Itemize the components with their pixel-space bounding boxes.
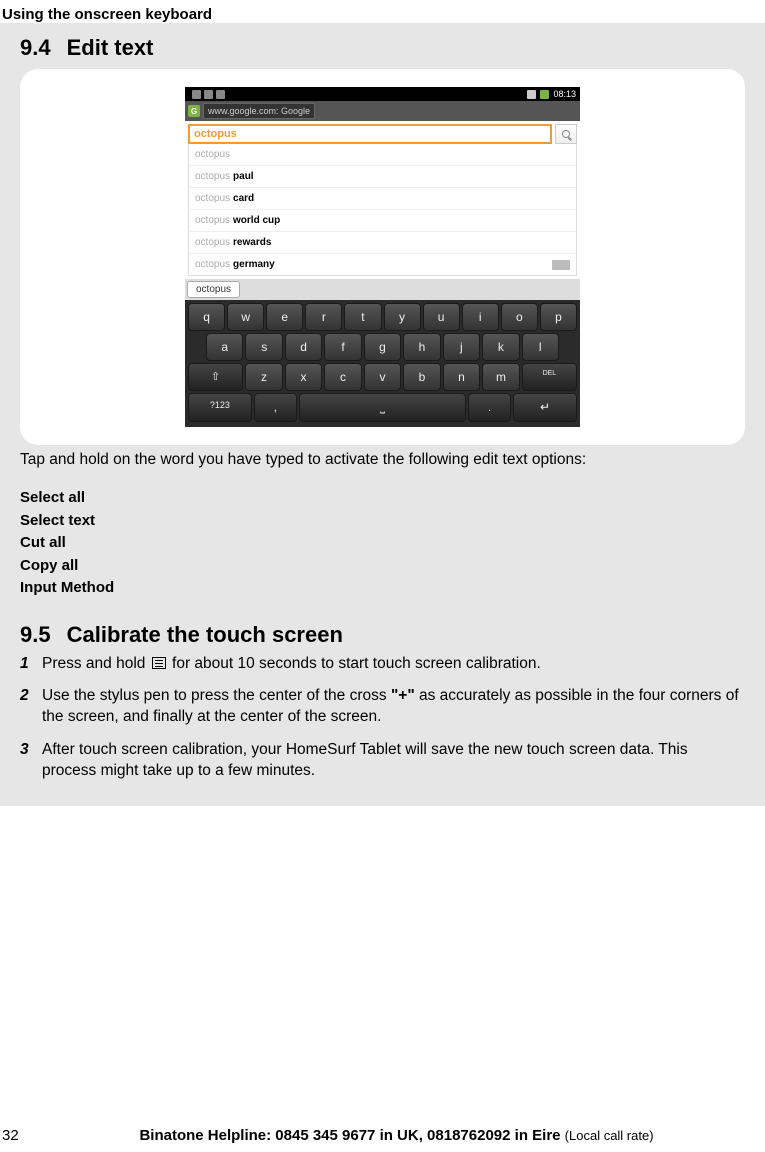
signal-icon: [527, 90, 536, 99]
key-z[interactable]: z: [245, 363, 283, 391]
key-s[interactable]: s: [245, 333, 282, 361]
section-title: Edit text: [67, 35, 154, 60]
key-delete[interactable]: DEL: [522, 363, 577, 391]
footer-text: Binatone Helpline: 0845 345 9677 in UK, …: [30, 1127, 763, 1144]
key-q[interactable]: q: [188, 303, 225, 331]
onscreen-keyboard: q w e r t y u i o p a s d f g h: [185, 300, 580, 427]
key-k[interactable]: k: [482, 333, 519, 361]
calibration-steps: 1 Press and hold for about 10 seconds to…: [0, 648, 765, 807]
url-text: www.google.com: Google: [203, 103, 315, 119]
key-b[interactable]: b: [403, 363, 441, 391]
key-u[interactable]: u: [423, 303, 460, 331]
key-o[interactable]: o: [501, 303, 538, 331]
key-period[interactable]: .: [468, 393, 511, 422]
phone-screenshot: 08:13 G www.google.com: Google octopus o…: [185, 87, 580, 427]
section-9-4-heading: 9.4 Edit text: [0, 23, 765, 69]
status-bar: 08:13: [185, 87, 580, 101]
keyboard-icon: [552, 260, 570, 270]
section-number: 9.4: [20, 35, 51, 60]
key-l[interactable]: l: [522, 333, 559, 361]
suggestion-item[interactable]: octopuspaul: [189, 166, 576, 188]
favicon-icon: G: [188, 105, 200, 117]
step-text: After touch screen calibration, your Hom…: [42, 740, 745, 782]
suggestions-list: octopus octopuspaul octopuscard octopusw…: [188, 144, 577, 276]
search-button[interactable]: [555, 124, 577, 144]
key-r[interactable]: r: [305, 303, 342, 331]
key-j[interactable]: j: [443, 333, 480, 361]
key-t[interactable]: t: [344, 303, 381, 331]
suggestion-item[interactable]: octopuscard: [189, 188, 576, 210]
key-x[interactable]: x: [285, 363, 323, 391]
key-p[interactable]: p: [540, 303, 577, 331]
suggestion-item[interactable]: octopusgermany: [189, 254, 576, 275]
page-number: 32: [2, 1127, 30, 1144]
key-enter[interactable]: ↵: [513, 393, 577, 422]
step-number: 3: [20, 740, 42, 782]
call-rate: (Local call rate): [565, 1128, 654, 1143]
option-select-text: Select text: [20, 510, 745, 533]
clock: 08:13: [553, 89, 576, 99]
step-3: 3 After touch screen calibration, your H…: [20, 734, 745, 788]
key-a[interactable]: a: [206, 333, 243, 361]
status-icon: [216, 90, 225, 99]
search-input[interactable]: octopus: [188, 124, 552, 144]
page-header: Using the onscreen keyboard: [0, 0, 765, 23]
option-input-method: Input Method: [20, 577, 745, 600]
key-g[interactable]: g: [364, 333, 401, 361]
figure-caption: Tap and hold on the word you have typed …: [0, 445, 765, 479]
step-text: Use the stylus pen to press the center o…: [42, 686, 745, 728]
step-number: 2: [20, 686, 42, 728]
key-w[interactable]: w: [227, 303, 264, 331]
url-bar: G www.google.com: Google: [185, 101, 580, 121]
key-comma[interactable]: ,: [254, 393, 297, 422]
step-text: Press and hold for about 10 seconds to s…: [42, 654, 745, 675]
key-c[interactable]: c: [324, 363, 362, 391]
step-number: 1: [20, 654, 42, 675]
section-9-5-heading: 9.5 Calibrate the touch screen: [0, 604, 765, 648]
suggestion-item[interactable]: octopusrewards: [189, 232, 576, 254]
option-select-all: Select all: [20, 487, 745, 510]
key-e[interactable]: e: [266, 303, 303, 331]
figure-container: 08:13 G www.google.com: Google octopus o…: [0, 69, 765, 445]
search-area: octopus octopus octopuspaul octopuscard …: [185, 121, 580, 279]
status-icon: [204, 90, 213, 99]
section-number: 9.5: [20, 622, 51, 647]
menu-icon: [152, 657, 166, 669]
key-n[interactable]: n: [443, 363, 481, 391]
key-h[interactable]: h: [403, 333, 440, 361]
step-2: 2 Use the stylus pen to press the center…: [20, 680, 745, 734]
key-m[interactable]: m: [482, 363, 520, 391]
key-f[interactable]: f: [324, 333, 361, 361]
section-title: Calibrate the touch screen: [67, 622, 343, 647]
key-space[interactable]: ⎵: [299, 393, 466, 422]
edit-options-list: Select all Select text Cut all Copy all …: [0, 479, 765, 604]
keyboard-suggestion[interactable]: octopus: [187, 281, 240, 298]
page-footer: 32 Binatone Helpline: 0845 345 9677 in U…: [0, 1127, 765, 1144]
key-symbols[interactable]: ?123: [188, 393, 252, 422]
suggestion-item[interactable]: octopusworld cup: [189, 210, 576, 232]
keyboard-suggestion-bar: octopus: [185, 279, 580, 300]
battery-icon: [540, 90, 549, 99]
plus-symbol: "+": [391, 687, 415, 704]
step-1: 1 Press and hold for about 10 seconds to…: [20, 648, 745, 681]
option-copy-all: Copy all: [20, 555, 745, 578]
key-v[interactable]: v: [364, 363, 402, 391]
suggestion-item[interactable]: octopus: [189, 144, 576, 166]
figure-box: 08:13 G www.google.com: Google octopus o…: [20, 69, 745, 445]
key-i[interactable]: i: [462, 303, 499, 331]
key-d[interactable]: d: [285, 333, 322, 361]
status-icon: [192, 90, 201, 99]
option-cut-all: Cut all: [20, 532, 745, 555]
search-icon: [562, 130, 570, 138]
key-y[interactable]: y: [384, 303, 421, 331]
key-shift[interactable]: ⇧: [188, 363, 243, 391]
